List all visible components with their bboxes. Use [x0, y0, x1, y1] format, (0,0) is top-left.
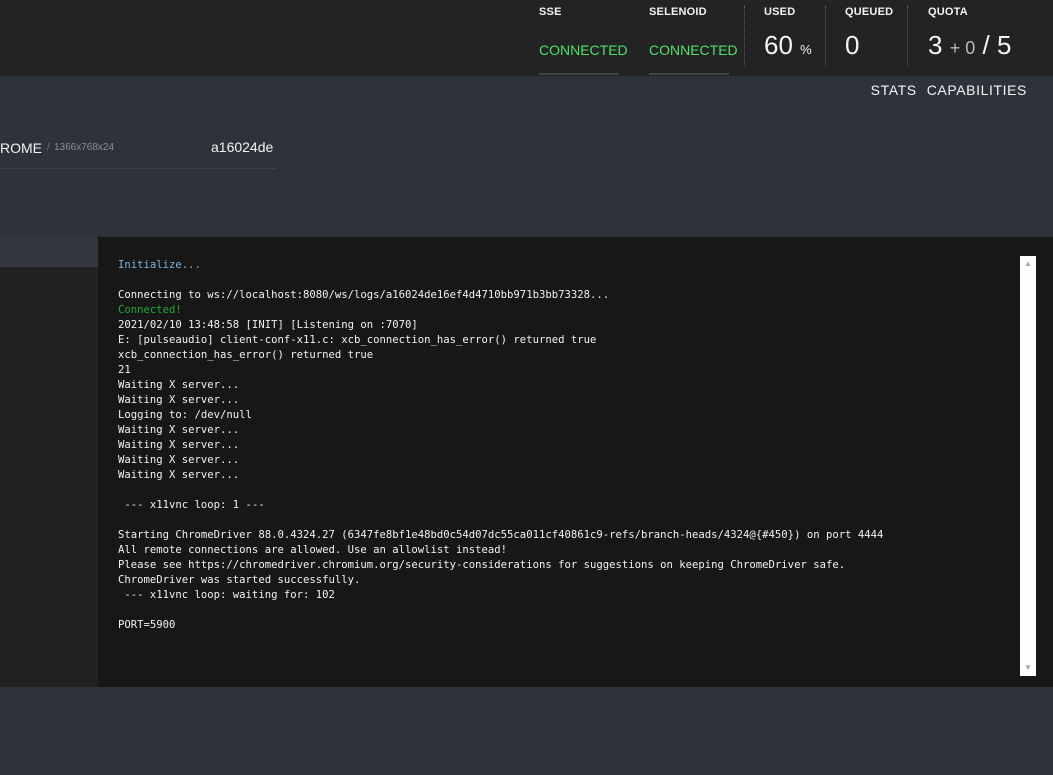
- sse-underline: [539, 73, 619, 75]
- session-row[interactable]: ROME / 1366x768x24 a16024de: [0, 138, 275, 169]
- log-line: Connected!: [118, 304, 182, 316]
- log-line: Starting ChromeDriver 88.0.4324.27 (6347…: [118, 529, 884, 541]
- divider: [825, 6, 826, 66]
- log-line: Waiting X server...: [118, 469, 240, 481]
- divider: [907, 6, 908, 66]
- log-line: ChromeDriver was started successfully.: [118, 574, 361, 586]
- used-unit: %: [800, 42, 812, 57]
- selenoid-underline: [649, 73, 729, 75]
- log-line: --- x11vnc loop: 1 ---: [118, 499, 265, 511]
- log-line: Initialize...: [118, 259, 201, 271]
- quota-total: 5: [996, 30, 1012, 60]
- log-line: 21: [118, 364, 131, 376]
- left-panel: [0, 237, 98, 687]
- sse-connection-status: CONNECTED: [539, 42, 628, 58]
- left-panel-header: [0, 237, 98, 267]
- sse-label: SSE: [539, 6, 562, 18]
- quota-pending: + 0: [949, 38, 976, 58]
- used-value-wrap: 60 %: [764, 30, 812, 61]
- log-scrollbar[interactable]: ▲ ▼: [1020, 256, 1036, 676]
- log-line: Waiting X server...: [118, 424, 240, 436]
- caret-up-icon[interactable]: ▲: [1020, 256, 1036, 272]
- log-line: All remote connections are allowed. Use …: [118, 544, 508, 556]
- log-line: xcb_connection_has_error() returned true: [118, 349, 374, 361]
- tab-stats[interactable]: STATS: [871, 82, 917, 98]
- log-output: Initialize... Connecting to ws://localhos…: [118, 258, 883, 633]
- screen-resolution: 1366x768x24: [54, 142, 115, 153]
- browser-separator: /: [47, 141, 51, 153]
- session-tabs: STATS CAPABILITIES: [871, 82, 1027, 98]
- log-line: Waiting X server...: [118, 454, 240, 466]
- selenoid-label: SELENOID: [649, 6, 707, 18]
- quota-used: 3: [928, 30, 943, 60]
- quota-separator: /: [982, 30, 990, 60]
- log-line: E: [pulseaudio] client-conf-x11.c: xcb_c…: [118, 334, 597, 346]
- quota-label: QUOTA: [928, 6, 968, 18]
- log-line: PORT=5900: [118, 619, 176, 631]
- queued-value: 0: [845, 30, 860, 60]
- divider: [744, 6, 745, 66]
- used-value: 60: [764, 30, 793, 60]
- log-line: Waiting X server...: [118, 439, 240, 451]
- log-line: Logging to: /dev/null: [118, 409, 252, 421]
- log-line: Waiting X server...: [118, 394, 240, 406]
- queued-label: QUEUED: [845, 6, 894, 18]
- browser-name: ROME: [0, 140, 42, 156]
- session-id: a16024de: [211, 139, 274, 155]
- top-status-bar: SSE CONNECTED SELENOID CONNECTED USED 60…: [0, 0, 1053, 76]
- log-line: Please see https://chromedriver.chromium…: [118, 559, 846, 571]
- log-line: --- x11vnc loop: waiting for: 102: [118, 589, 335, 601]
- selenoid-connection-status: CONNECTED: [649, 42, 738, 58]
- tab-capabilities[interactable]: CAPABILITIES: [927, 82, 1027, 98]
- quota-value-wrap: 3 + 0 / 5: [928, 30, 1011, 61]
- log-line: Connecting to ws://localhost:8080/ws/log…: [118, 289, 610, 301]
- log-console[interactable]: Initialize... Connecting to ws://localhos…: [98, 237, 1053, 687]
- log-line: Waiting X server...: [118, 379, 240, 391]
- log-line: 2021/02/10 13:48:58 [INIT] [Listening on…: [118, 319, 418, 331]
- used-label: USED: [764, 6, 796, 18]
- caret-down-icon[interactable]: ▼: [1020, 660, 1036, 676]
